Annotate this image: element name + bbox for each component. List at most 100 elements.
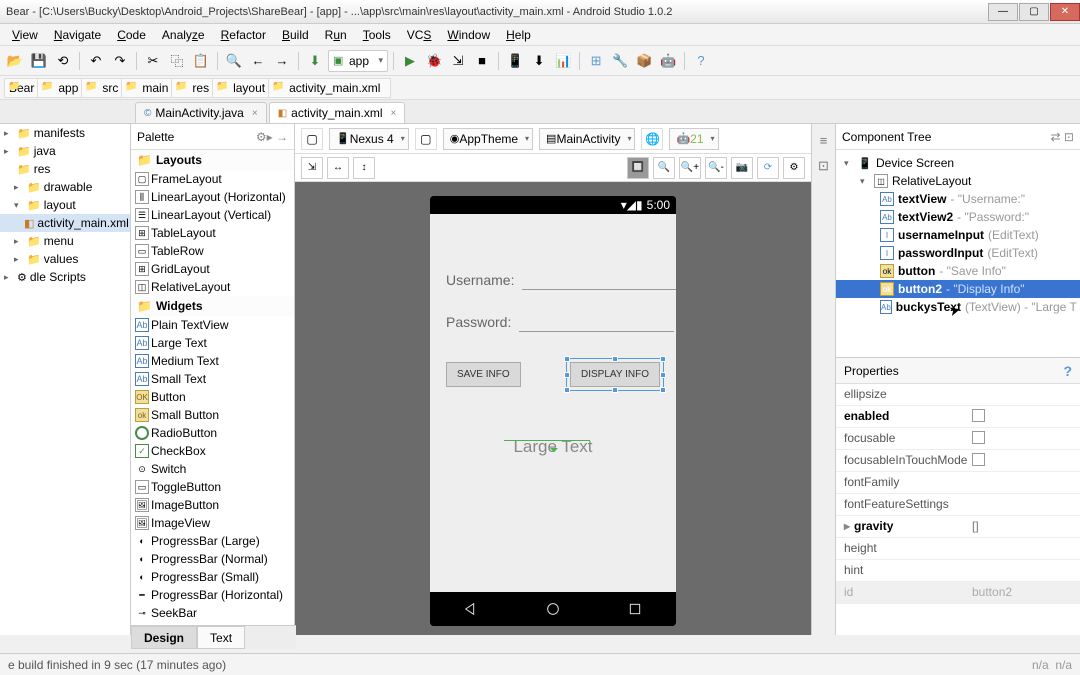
palette-tablelayout[interactable]: ⊞TableLayout bbox=[131, 224, 294, 242]
render-icon[interactable]: ⇲ bbox=[301, 157, 323, 179]
checkbox[interactable] bbox=[972, 453, 985, 466]
design-tab[interactable]: Design bbox=[131, 626, 197, 649]
menu-view[interactable]: View bbox=[6, 26, 44, 44]
prop-fontfeature[interactable]: fontFeatureSettings bbox=[836, 494, 1080, 516]
menu-code[interactable]: Code bbox=[111, 26, 152, 44]
back-icon[interactable]: ← bbox=[247, 50, 269, 72]
ct-textview2[interactable]: AbtextView2 - "Password:" bbox=[836, 208, 1080, 226]
tree-gradle[interactable]: ▸⚙dle Scripts bbox=[0, 268, 130, 286]
tab-activitymain[interactable]: ◧ activity_main.xml × bbox=[269, 102, 406, 123]
palette-group-layouts[interactable]: 📁Layouts bbox=[131, 150, 294, 170]
palette-toggle[interactable]: ▭ToggleButton bbox=[131, 478, 294, 496]
palette-progressnormal[interactable]: ◐ProgressBar (Normal) bbox=[131, 550, 294, 568]
palette-group-widgets[interactable]: 📁Widgets bbox=[131, 296, 294, 316]
api-selector[interactable]: 🤖21 bbox=[669, 128, 718, 150]
menu-vcs[interactable]: VCS bbox=[401, 26, 438, 44]
minimize-button[interactable]: — bbox=[988, 3, 1018, 21]
locale-icon[interactable]: 🌐 bbox=[641, 128, 663, 150]
palette-progresshoriz[interactable]: ━ProgressBar (Horizontal) bbox=[131, 586, 294, 604]
palette-seekbar[interactable]: ⊸SeekBar bbox=[131, 604, 294, 622]
close-icon[interactable]: × bbox=[391, 108, 397, 119]
ct-button2[interactable]: okbutton2 - "Display Info" bbox=[836, 280, 1080, 298]
tree-layout[interactable]: ▾📁layout bbox=[0, 196, 130, 214]
run-config-selector[interactable]: app bbox=[328, 50, 388, 72]
palette-imagebutton[interactable]: 🖼ImageButton bbox=[131, 496, 294, 514]
prop-gravity[interactable]: ▸gravity[] bbox=[836, 516, 1080, 538]
prop-fontfamily[interactable]: fontFamily bbox=[836, 472, 1080, 494]
checkbox[interactable] bbox=[972, 409, 985, 422]
palette-tablerow[interactable]: ▭TableRow bbox=[131, 242, 294, 260]
tree-manifests[interactable]: ▸📁manifests bbox=[0, 124, 130, 142]
prop-hint[interactable]: hint bbox=[836, 560, 1080, 582]
sdk-icon[interactable]: ⬇ bbox=[528, 50, 550, 72]
menu-build[interactable]: Build bbox=[276, 26, 315, 44]
stop-icon[interactable]: ■ bbox=[471, 50, 493, 72]
crumb-5[interactable]: layout bbox=[212, 78, 276, 98]
username-input[interactable] bbox=[522, 270, 676, 290]
debug-icon[interactable]: 🐞 bbox=[423, 50, 445, 72]
palette-progresssmall[interactable]: ◐ProgressBar (Small) bbox=[131, 568, 294, 586]
refresh-icon[interactable]: ⟳ bbox=[757, 157, 779, 179]
tree-values[interactable]: ▸📁values bbox=[0, 250, 130, 268]
palette-progresslarge[interactable]: ◐ProgressBar (Large) bbox=[131, 532, 294, 550]
proj-struct-icon[interactable]: 📦 bbox=[633, 50, 655, 72]
palette-linearv[interactable]: ☰LinearLayout (Vertical) bbox=[131, 206, 294, 224]
ct-relativelayout[interactable]: ▾◫RelativeLayout bbox=[836, 172, 1080, 190]
tree-drawable[interactable]: ▸📁drawable bbox=[0, 178, 130, 196]
ct-passwordinput[interactable]: IpasswordInput (EditText) bbox=[836, 244, 1080, 262]
text-tab[interactable]: Text bbox=[197, 626, 245, 649]
orientation-icon[interactable]: ▢ bbox=[301, 128, 323, 150]
ct-button[interactable]: okbutton - "Save Info" bbox=[836, 262, 1080, 280]
expand-v-icon[interactable]: ↕ bbox=[353, 157, 375, 179]
prop-focusable[interactable]: focusable bbox=[836, 428, 1080, 450]
structure-icon[interactable]: ⊞ bbox=[585, 50, 607, 72]
palette-relativelayout[interactable]: ◫RelativeLayout bbox=[131, 278, 294, 296]
settings-icon[interactable]: ⚙ bbox=[783, 157, 805, 179]
palette-largetext[interactable]: AbLarge Text bbox=[131, 334, 294, 352]
copy-icon[interactable]: ⿻ bbox=[166, 50, 188, 72]
palette-smalltext[interactable]: AbSmall Text bbox=[131, 370, 294, 388]
palette-imageview[interactable]: 🖼ImageView bbox=[131, 514, 294, 532]
zoom-in-icon[interactable]: 🔍+ bbox=[679, 157, 701, 179]
maximize-button[interactable]: ▢ bbox=[1019, 3, 1049, 21]
menu-navigate[interactable]: Navigate bbox=[48, 26, 107, 44]
ct-device-screen[interactable]: ▾📱Device Screen bbox=[836, 154, 1080, 172]
prop-id[interactable]: idbutton2 bbox=[836, 582, 1080, 604]
menu-help[interactable]: Help bbox=[500, 26, 537, 44]
run-icon[interactable]: ▶ bbox=[399, 50, 421, 72]
tree-tools-icon[interactable]: ⇄ ⊡ bbox=[1051, 130, 1074, 144]
redo-icon[interactable]: ↷ bbox=[109, 50, 131, 72]
sync-icon[interactable]: ⟲ bbox=[52, 50, 74, 72]
crumb-6[interactable]: activity_main.xml bbox=[268, 78, 391, 98]
zoom-out-icon[interactable]: 🔍- bbox=[705, 157, 727, 179]
settings-icon[interactable]: 🔧 bbox=[609, 50, 631, 72]
close-icon[interactable]: × bbox=[252, 108, 258, 119]
prop-focusabletouch[interactable]: focusableInTouchMode bbox=[836, 450, 1080, 472]
palette-mediumtext[interactable]: AbMedium Text bbox=[131, 352, 294, 370]
tree-activitymain[interactable]: ◧activity_main.xml bbox=[0, 214, 130, 232]
monitor-icon[interactable]: 📊 bbox=[552, 50, 574, 72]
expand-icon[interactable]: ⊡ bbox=[814, 156, 834, 176]
palette-smallbutton[interactable]: okSmall Button bbox=[131, 406, 294, 424]
forward-icon[interactable]: → bbox=[271, 50, 293, 72]
palette-button[interactable]: OKButton bbox=[131, 388, 294, 406]
save-info-button[interactable]: SAVE INFO bbox=[446, 362, 521, 387]
display-info-button[interactable]: DISPLAY INFO bbox=[570, 362, 660, 387]
palette-switch[interactable]: ⊙Switch bbox=[131, 460, 294, 478]
tab-mainactivity[interactable]: © MainActivity.java × bbox=[135, 102, 267, 123]
password-label[interactable]: Password: bbox=[446, 314, 511, 330]
help-icon[interactable]: ? bbox=[1063, 363, 1072, 379]
find-icon[interactable]: 🔍 bbox=[223, 50, 245, 72]
ct-usernameinput[interactable]: IusernameInput (EditText) bbox=[836, 226, 1080, 244]
help-icon[interactable]: ? bbox=[690, 50, 712, 72]
close-button[interactable]: ✕ bbox=[1050, 3, 1080, 21]
prop-enabled[interactable]: enabled bbox=[836, 406, 1080, 428]
menu-tools[interactable]: Tools bbox=[357, 26, 397, 44]
undo-icon[interactable]: ↶ bbox=[85, 50, 107, 72]
ct-textview[interactable]: AbtextView - "Username:" bbox=[836, 190, 1080, 208]
prop-ellipsize[interactable]: ellipsize bbox=[836, 384, 1080, 406]
menu-analyze[interactable]: Analyze bbox=[156, 26, 211, 44]
open-icon[interactable]: 📂 bbox=[4, 50, 26, 72]
prop-height[interactable]: height bbox=[836, 538, 1080, 560]
avd-icon[interactable]: 📱 bbox=[504, 50, 526, 72]
